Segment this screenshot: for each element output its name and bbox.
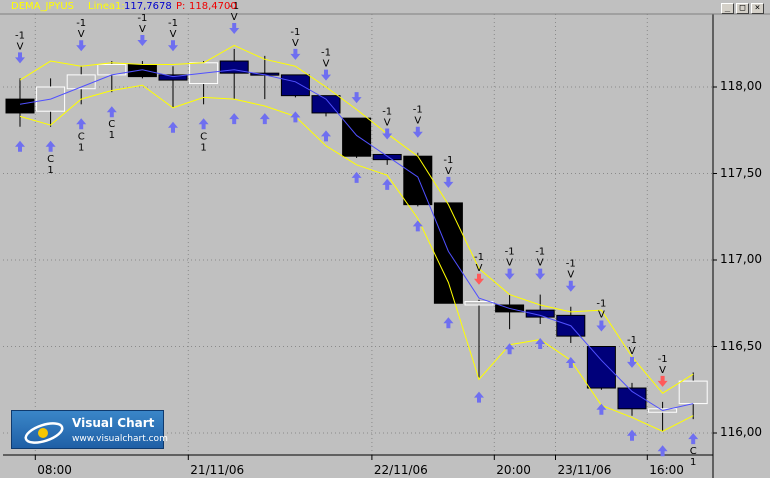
- candle-body: [403, 155, 433, 206]
- y-tick-label: 118,00: [720, 79, 762, 93]
- plot-area: [3, 14, 713, 455]
- signal-label: 1: [109, 130, 115, 141]
- signal-label: -1: [474, 252, 484, 263]
- signal-label: V: [384, 117, 391, 128]
- minimize-button[interactable]: _: [721, 3, 734, 14]
- signal-label: -1: [137, 13, 147, 24]
- candle-body: [433, 202, 463, 304]
- signal-label: V: [231, 12, 238, 23]
- candle-body: [372, 153, 402, 161]
- signal-label: C: [108, 119, 115, 130]
- signal-label: -1: [290, 27, 300, 38]
- signal-label: 1: [200, 142, 206, 153]
- close-button[interactable]: ×: [751, 3, 764, 14]
- candle-body: [127, 64, 157, 78]
- signal-label: -1: [76, 18, 86, 29]
- candle-body: [586, 346, 616, 389]
- signal-label: C: [200, 131, 207, 142]
- signal-label: C: [47, 154, 54, 165]
- x-tick-label: 22/11/06: [373, 463, 428, 477]
- y-tick-label: 116,00: [720, 425, 762, 439]
- signal-label: V: [506, 258, 513, 269]
- signal-label: V: [139, 24, 146, 35]
- signal-label: 1: [690, 457, 696, 468]
- y-tick-label: 116,50: [720, 338, 762, 353]
- signal-label: -1: [443, 155, 453, 166]
- x-tick-label: 20:00: [496, 463, 531, 477]
- y-tick-label: 117,50: [720, 165, 762, 180]
- candlestick-chart[interactable]: -1V-1V-1V-1V-1V-1V-1V-1V-1V-1V-1V-1V-1V -…: [0, 0, 770, 478]
- signal-label: 1: [47, 165, 53, 176]
- signal-label: 1: [78, 142, 84, 153]
- logo-swoosh-icon: [24, 422, 64, 444]
- signal-label: V: [292, 38, 299, 49]
- signal-label: -1: [566, 259, 576, 270]
- series-label: Linea1:: [88, 1, 125, 12]
- signal-label: -1: [382, 106, 392, 117]
- signal-label: V: [445, 166, 452, 177]
- signal-label: V: [629, 346, 636, 357]
- signal-label: V: [170, 29, 177, 40]
- candle-body: [280, 74, 310, 97]
- candle-body: [464, 301, 494, 306]
- series-value: 117,7678: [124, 1, 172, 12]
- maximize-button[interactable]: □: [736, 3, 749, 14]
- signal-label: V: [476, 263, 483, 274]
- x-tick-label: 21/11/06: [190, 463, 245, 477]
- price-value: 118,4700: [189, 1, 237, 12]
- signal-label: -1: [168, 18, 178, 29]
- instrument-name: DEMA_JPYUS: [11, 1, 75, 12]
- signal-label: -1: [658, 354, 668, 365]
- signal-label: V: [17, 41, 24, 52]
- signal-label: -1: [321, 48, 331, 59]
- signal-label: C: [690, 446, 697, 457]
- signal-label: -1: [505, 247, 515, 258]
- candle-body: [5, 98, 35, 114]
- signal-label: C: [78, 131, 85, 142]
- signal-label: V: [414, 116, 421, 127]
- visual-chart-logo: Visual Chart www.visualchart.com: [11, 410, 168, 449]
- y-tick-label: 117,00: [720, 252, 762, 266]
- x-tick-label: 08:00: [37, 463, 72, 477]
- x-tick-label: 16:00: [649, 463, 684, 477]
- logo-url: www.visualchart.com: [72, 434, 168, 444]
- signal-label: V: [659, 365, 666, 376]
- signal-label: V: [323, 59, 330, 70]
- signal-label: -1: [627, 335, 637, 346]
- candle-body: [678, 380, 708, 405]
- signal-label: V: [598, 310, 605, 321]
- signal-label: -1: [15, 30, 25, 41]
- signal-label: V: [567, 270, 574, 281]
- signal-label: -1: [413, 105, 423, 116]
- signal-label: -1: [596, 299, 606, 310]
- price-label: P:: [176, 1, 186, 12]
- signal-label: V: [537, 258, 544, 269]
- logo-title: Visual Chart: [72, 416, 155, 430]
- signal-label: V: [78, 29, 85, 40]
- signal-label: -1: [535, 247, 545, 258]
- chart-window: -1 V -1 V -1 V -1 V -1 V -1 V -1 V -1 V -1 V -1 V -1 V -1 V -1 V -…: [0, 0, 770, 478]
- x-tick-label: 23/11/06: [557, 463, 612, 477]
